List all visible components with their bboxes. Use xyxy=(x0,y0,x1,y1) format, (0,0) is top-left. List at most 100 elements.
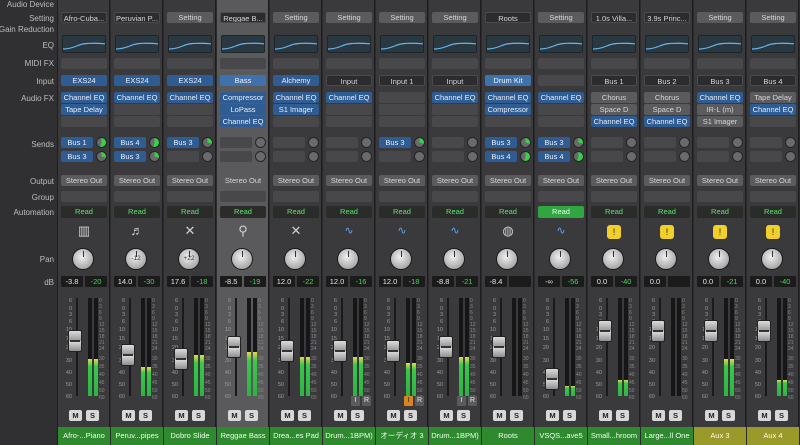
send-level-knob[interactable] xyxy=(255,137,266,148)
track-name[interactable]: Reggae Bass xyxy=(217,427,269,445)
volume-fader[interactable] xyxy=(227,336,241,359)
midi-fx-slot[interactable] xyxy=(591,58,637,69)
audio-fx-slot[interactable] xyxy=(114,116,160,127)
pan-knob[interactable]: +22 xyxy=(178,248,200,270)
channel-strip[interactable]: Setting EXS24 Channel EQ Bus 3 Stereo Out Rea… xyxy=(164,0,216,445)
group-slot[interactable] xyxy=(697,191,743,202)
aux-icon[interactable]: ! xyxy=(607,225,621,239)
volume-readout[interactable]: 12.0 xyxy=(379,276,401,287)
peak-readout[interactable]: -30 xyxy=(138,276,160,287)
input-monitor-button[interactable]: I xyxy=(404,396,413,406)
setting-slot[interactable]: Afro-Cuba... xyxy=(61,12,107,23)
audio-fx-slot[interactable]: Channel EQ xyxy=(273,92,319,103)
send-slot[interactable]: Bus 3 xyxy=(61,151,93,162)
audio-fx-slot[interactable]: Compressor xyxy=(485,104,531,115)
audio-fx-slot[interactable]: Channel EQ xyxy=(697,92,743,103)
audio-fx-slot[interactable] xyxy=(432,104,478,115)
volume-fader[interactable] xyxy=(439,336,453,359)
track-name[interactable]: Aux 4 xyxy=(747,427,799,445)
channel-strip[interactable]: Reggae B... Bass Compressor LoPass Channel E… xyxy=(217,0,269,445)
midi-fx-slot[interactable] xyxy=(273,58,319,69)
track-name[interactable]: Drum...1BPM) xyxy=(429,427,481,445)
send-level-knob[interactable] xyxy=(573,137,584,148)
solo-button[interactable]: S xyxy=(245,410,258,421)
send-level-knob[interactable] xyxy=(202,151,213,162)
volume-fader[interactable] xyxy=(598,320,612,343)
automation-mode-button[interactable]: Read xyxy=(379,206,425,218)
pan-knob[interactable] xyxy=(708,248,730,270)
setting-slot[interactable]: Reggae B... xyxy=(220,12,266,23)
audio-fx-slot[interactable]: Channel EQ xyxy=(220,116,266,127)
audio-fx-slot[interactable] xyxy=(432,116,478,127)
track-name[interactable]: Afro-...Piano xyxy=(58,427,110,445)
audio-fx-slot[interactable]: LoPass xyxy=(220,104,266,115)
mute-button[interactable]: M xyxy=(546,410,559,421)
setting-slot[interactable]: Roots xyxy=(485,12,531,23)
peak-readout[interactable]: -40 xyxy=(774,276,796,287)
audio-fx-slot[interactable]: Channel EQ xyxy=(432,92,478,103)
automation-mode-button[interactable]: Read xyxy=(167,206,213,218)
send-level-knob[interactable] xyxy=(96,137,107,148)
input-monitor-button[interactable]: I xyxy=(351,396,360,406)
solo-button[interactable]: S xyxy=(298,410,311,421)
track-name[interactable]: Aux 3 xyxy=(694,427,746,445)
volume-readout[interactable]: 14.0 xyxy=(114,276,136,287)
automation-mode-button[interactable]: Read xyxy=(644,206,690,218)
setting-slot[interactable]: Setting xyxy=(326,12,372,23)
eq-thumbnail[interactable] xyxy=(486,35,530,53)
send-level-knob[interactable] xyxy=(785,137,796,148)
track-name[interactable]: Peruv...pipes xyxy=(111,427,163,445)
input-slot[interactable]: Drum Kit xyxy=(485,75,531,86)
audio-fx-slot[interactable]: Tape Delay xyxy=(61,104,107,115)
volume-readout[interactable]: 12.0 xyxy=(326,276,348,287)
channel-strip[interactable]: Setting Bus 3 Channel EQ IR-L (m) S1 Imager S… xyxy=(694,0,746,445)
input-slot[interactable]: Bass xyxy=(220,75,266,86)
fader-track[interactable] xyxy=(765,298,767,396)
peak-readout[interactable]: -16 xyxy=(350,276,372,287)
audio-fx-slot[interactable] xyxy=(61,116,107,127)
peak-readout[interactable]: -22 xyxy=(297,276,319,287)
group-slot[interactable] xyxy=(114,191,160,202)
volume-readout[interactable]: -8.5 xyxy=(220,276,242,287)
pan-flute-icon[interactable]: ♬ xyxy=(127,222,147,240)
solo-button[interactable]: S xyxy=(351,410,364,421)
output-slot[interactable]: Stereo Out xyxy=(697,175,743,186)
channel-strip[interactable]: Afro-Cuba... EXS24 Channel EQ Tape Delay Bus… xyxy=(58,0,110,445)
send-slot[interactable] xyxy=(220,151,252,162)
audio-fx-slot[interactable]: Chorus xyxy=(644,92,690,103)
solo-button[interactable]: S xyxy=(775,410,788,421)
send-level-knob[interactable] xyxy=(520,151,531,162)
output-slot[interactable]: Stereo Out xyxy=(273,175,319,186)
send-slot[interactable]: Bus 3 xyxy=(114,151,146,162)
peak-readout[interactable]: -56 xyxy=(562,276,584,287)
solo-button[interactable]: S xyxy=(616,410,629,421)
eq-thumbnail[interactable] xyxy=(274,35,318,53)
group-slot[interactable] xyxy=(273,191,319,202)
send-slot[interactable] xyxy=(644,137,676,148)
audio-fx-slot[interactable] xyxy=(167,116,213,127)
peak-readout[interactable]: -40 xyxy=(615,276,637,287)
solo-button[interactable]: S xyxy=(457,410,470,421)
volume-fader[interactable] xyxy=(757,320,771,343)
mute-button[interactable]: M xyxy=(334,410,347,421)
audio-fx-slot[interactable]: Channel EQ xyxy=(538,92,584,103)
send-level-knob[interactable] xyxy=(679,137,690,148)
aux-icon[interactable]: ! xyxy=(766,225,780,239)
track-name[interactable]: VSQS...ave5 xyxy=(535,427,587,445)
output-slot[interactable]: Stereo Out xyxy=(432,175,478,186)
midi-fx-slot[interactable] xyxy=(379,58,425,69)
aux-icon[interactable]: ! xyxy=(660,225,674,239)
mute-button[interactable]: M xyxy=(175,410,188,421)
audio-fx-slot[interactable]: S1 Imager xyxy=(697,116,743,127)
send-slot[interactable] xyxy=(432,137,464,148)
channel-strip[interactable]: 3.9s Princ... Bus 2 Chorus Space D Channel E… xyxy=(641,0,693,445)
volume-fader[interactable] xyxy=(704,320,718,343)
track-name[interactable]: Roots xyxy=(482,427,534,445)
automation-mode-button[interactable]: Read xyxy=(220,206,266,218)
fader-track[interactable] xyxy=(606,298,608,396)
waveform-icon[interactable]: ∿ xyxy=(339,222,359,240)
channel-strip[interactable]: Setting Input 1 Bus 3 Stereo Out Read ∿ 12.0 -1… xyxy=(376,0,428,445)
send-level-knob[interactable] xyxy=(520,137,531,148)
track-name[interactable]: Dobro Slide xyxy=(164,427,216,445)
automation-mode-button[interactable]: Read xyxy=(273,206,319,218)
